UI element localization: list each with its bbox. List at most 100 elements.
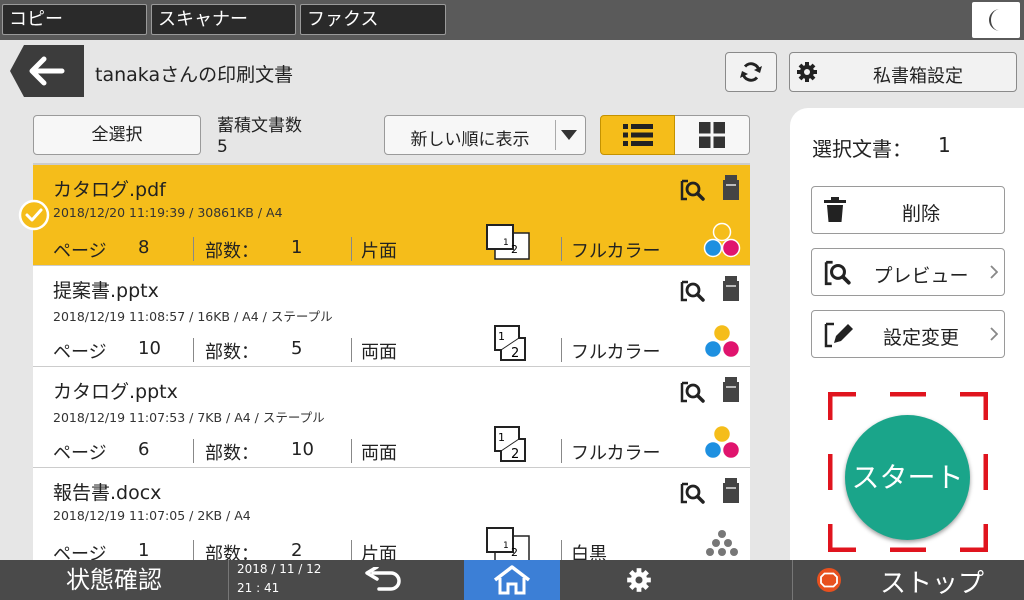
printer-icon [723, 175, 739, 200]
full-color-icon [703, 424, 741, 460]
stored-docs-count: 5 [217, 137, 228, 157]
color-mode-value: 白黒 [571, 544, 607, 560]
change-settings-button[interactable]: 設定変更 [811, 310, 1005, 358]
thumbnail-view-button[interactable] [675, 115, 750, 155]
preview-icon [824, 260, 851, 286]
sides-value: 両面 [361, 443, 397, 464]
pages-value: 6 [138, 439, 150, 460]
svg-text:1: 1 [498, 330, 505, 343]
sort-dropdown[interactable]: 新しい順に表示 [384, 115, 586, 155]
full-color-icon [703, 323, 741, 359]
list-item[interactable]: カタログ.pdf 2018/12/20 11:19:39 / 30861KB /… [33, 165, 750, 265]
color-mode-value: フルカラー [571, 342, 661, 363]
pages-value: 10 [138, 338, 161, 359]
duplex-icon: 1 2 [494, 325, 526, 361]
home-icon [493, 565, 531, 595]
stop-icon [817, 568, 841, 592]
copies-value: 2 [291, 540, 303, 560]
return-button[interactable] [325, 560, 443, 600]
copies-label: 部数： [205, 544, 259, 560]
home-button[interactable] [464, 560, 560, 600]
sort-dropdown-value: 新しい順に表示 [410, 130, 530, 150]
list-item[interactable]: 提案書.pptx 2018/12/19 11:08:57 / 16KB / A4… [33, 266, 750, 366]
svg-text:2: 2 [511, 346, 519, 361]
list-item[interactable]: カタログ.pptx 2018/12/19 11:07:53 / 7KB / A4… [33, 367, 750, 467]
copies-label: 部数： [205, 241, 259, 262]
printer-icon [723, 478, 739, 503]
svg-text:2: 2 [511, 447, 519, 462]
night-mode-button[interactable] [972, 2, 1020, 38]
stop-label: ストップ [880, 569, 985, 599]
chevron-right-icon [990, 265, 998, 279]
copies-value: 5 [291, 338, 303, 359]
preview-icon[interactable] [680, 379, 706, 405]
stop-button[interactable]: ストップ [798, 560, 1024, 600]
sides-value: 両面 [361, 342, 397, 363]
chevron-right-icon [990, 327, 998, 341]
tab-copy[interactable]: コピー [2, 4, 147, 35]
preview-label: プレビュー [873, 265, 969, 287]
document-meta: 2018/12/19 11:07:05 / 2KB / A4 [53, 508, 251, 523]
pages-value: 8 [138, 237, 150, 258]
color-mode-value: フルカラー [571, 241, 661, 262]
simplex-icon: 1 2 [486, 224, 530, 260]
pages-label: ページ [53, 241, 107, 262]
page-title: tanakaさんの印刷文書 [95, 64, 294, 86]
tab-scanner[interactable]: スキャナー [151, 4, 296, 35]
system-time: 21 : 41 [237, 581, 280, 595]
list-view-icon [622, 124, 653, 146]
selected-docs-label: 選択文書： [812, 137, 912, 161]
selected-check-icon [18, 199, 50, 231]
duplex-icon: 1 2 [494, 426, 526, 462]
svg-text:1: 1 [503, 541, 509, 551]
moon-icon [989, 9, 1000, 31]
document-meta: 2018/12/20 11:19:39 / 30861KB / A4 [53, 205, 283, 220]
selected-docs-count: 1 [938, 133, 951, 157]
pages-label: ページ [53, 544, 107, 560]
system-date: 2018 / 11 / 12 [237, 562, 322, 576]
preview-icon[interactable] [680, 278, 706, 304]
refresh-icon [740, 62, 762, 82]
select-all-button[interactable]: 全選択 [33, 115, 201, 155]
mailbox-settings-label: 私書箱設定 [873, 66, 963, 87]
svg-text:2: 2 [511, 243, 518, 256]
status-check-button[interactable]: 状態確認 [0, 560, 228, 600]
refresh-button[interactable] [725, 52, 777, 92]
svg-text:1: 1 [498, 431, 505, 444]
document-name: カタログ.pptx [53, 381, 178, 403]
mailbox-settings-button[interactable]: 私書箱設定 [789, 52, 1017, 92]
sides-value: 片面 [361, 241, 397, 262]
stored-docs-label: 蓄積文書数 [217, 116, 302, 136]
preview-button[interactable]: プレビュー [811, 248, 1005, 296]
trash-icon [824, 197, 846, 222]
chevron-down-icon [561, 130, 577, 140]
printer-icon [723, 377, 739, 402]
tab-fax[interactable]: ファクス [300, 4, 446, 35]
pages-label: ページ [53, 443, 107, 464]
change-settings-label: 設定変更 [882, 327, 959, 349]
grid-view-icon [699, 122, 725, 148]
copies-value: 10 [291, 439, 314, 460]
pages-value: 1 [138, 540, 150, 560]
back-button[interactable] [10, 45, 84, 97]
copies-label: 部数： [205, 443, 259, 464]
svg-text:1: 1 [503, 238, 509, 248]
document-list: カタログ.pdf 2018/12/20 11:19:39 / 30861KB /… [33, 163, 750, 560]
delete-button[interactable]: 削除 [811, 186, 1005, 234]
document-name: 報告書.docx [53, 482, 162, 504]
list-item[interactable]: 報告書.docx 2018/12/19 11:07:05 / 2KB / A4 … [33, 468, 750, 560]
settings-button[interactable] [580, 560, 698, 600]
color-mode-value: フルカラー [571, 443, 661, 464]
edit-settings-icon [824, 322, 853, 348]
document-name: 提案書.pptx [53, 280, 159, 302]
delete-label: 削除 [901, 203, 940, 225]
gear-icon [627, 568, 651, 592]
start-button[interactable]: スタート [845, 415, 970, 540]
full-color-icon [703, 222, 741, 258]
list-view-button[interactable] [600, 115, 675, 155]
return-icon [365, 567, 401, 591]
copies-label: 部数： [205, 342, 259, 363]
preview-icon[interactable] [680, 480, 706, 506]
preview-icon[interactable] [680, 177, 706, 203]
document-name: カタログ.pdf [53, 179, 166, 201]
